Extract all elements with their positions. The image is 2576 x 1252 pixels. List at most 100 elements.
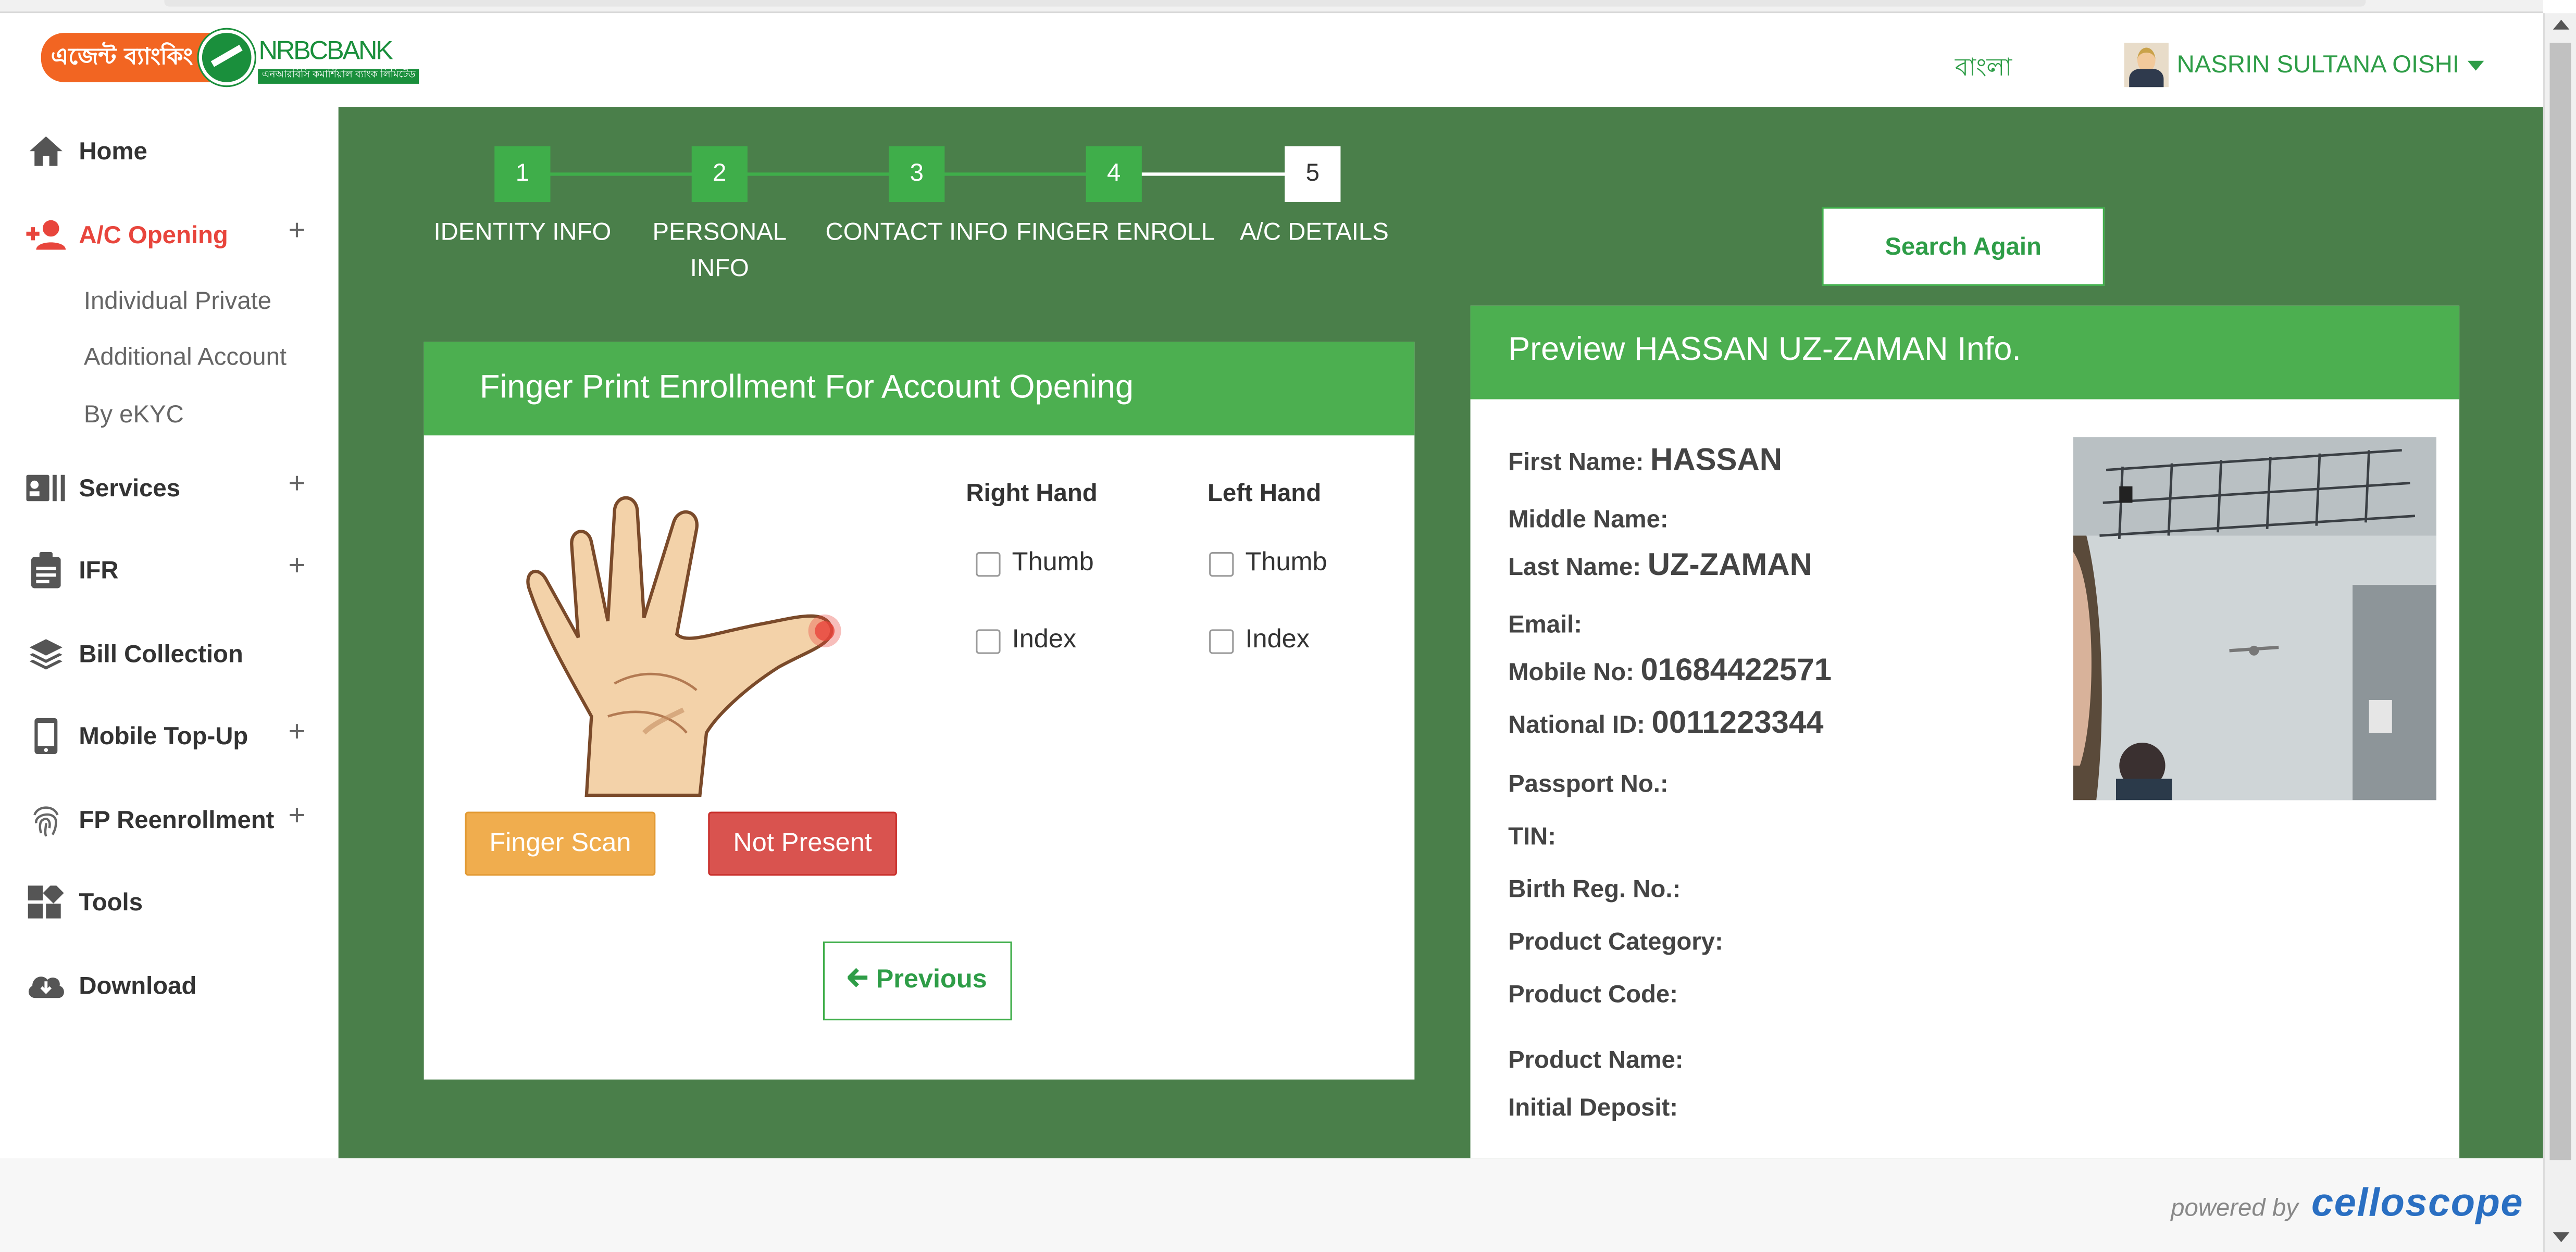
sidebar-item-label: Download (79, 972, 197, 1000)
wizard-step-4[interactable]: 4 (1086, 146, 1142, 203)
expand-icon[interactable]: + (288, 715, 305, 749)
expand-icon[interactable]: + (288, 467, 305, 501)
sidebar-item-tools[interactable]: Tools (26, 884, 315, 920)
checkbox-box[interactable] (1209, 551, 1234, 576)
left-hand-heading: Left Hand (1207, 480, 1322, 508)
right-index-checkbox[interactable]: Index (976, 626, 1076, 656)
previous-button[interactable]: Previous (823, 941, 1012, 1021)
wizard-step-label: FINGER ENROLL (1016, 218, 1215, 247)
user-menu[interactable]: NASRIN SULTANA OISHI (2124, 43, 2484, 87)
id-card-icon (26, 470, 66, 506)
sidebar-item-label: Tools (79, 888, 143, 916)
field-product-name: Product Name: (1508, 1046, 1684, 1075)
sidebar-item-ifr[interactable]: IFR + (26, 549, 315, 589)
field-tin: TIN: (1508, 823, 1557, 852)
scroll-down-icon[interactable] (2553, 1232, 2570, 1243)
left-thumb-checkbox[interactable]: Thumb (1209, 549, 1327, 579)
step-connector (745, 172, 907, 176)
logo-brand-suffix: BANK (326, 36, 393, 65)
wizard-step-label: A/C DETAILS (1240, 218, 1389, 247)
checkbox-box[interactable] (1209, 628, 1234, 654)
scroll-up-icon[interactable] (2553, 19, 2570, 30)
right-thumb-checkbox[interactable]: Thumb (976, 549, 1094, 579)
left-index-checkbox[interactable]: Index (1209, 626, 1310, 656)
sidebar-item-fp-reenrollment[interactable]: FP Reenrollment + (26, 798, 315, 838)
preview-panel: Preview HASSAN UZ-ZAMAN Info. First Name… (1470, 305, 2460, 1159)
panel-title: Finger Print Enrollment For Account Open… (424, 342, 1415, 436)
sidebar-item-label: FP Reenrollment (79, 806, 275, 834)
customer-photo (2073, 437, 2436, 800)
chevron-down-icon (2467, 60, 2484, 70)
agent-banking-logo[interactable]: এজেন্ট ব্যাংকিং NRBCBANK এনআরবিসি কমার্শ… (41, 29, 419, 86)
field-product-code: Product Code: (1508, 981, 1678, 1009)
search-again-button[interactable]: Search Again (1822, 207, 2105, 286)
sidebar-subitem-by-ekyc[interactable]: By eKYC (84, 401, 184, 429)
user-name: NASRIN SULTANA OISHI (2176, 51, 2460, 79)
sidebar-subitem-individual-private[interactable]: Individual Private (84, 287, 271, 316)
app-window: এজেন্ট ব্যাংকিং NRBCBANK এনআরবিসি কমার্শ… (0, 0, 2576, 1252)
add-user-icon (26, 217, 66, 253)
scrollbar-thumb[interactable] (2549, 43, 2571, 1160)
sidebar-item-download[interactable]: Download (26, 968, 315, 1004)
wizard-step-3[interactable]: 3 (889, 146, 945, 203)
expand-icon[interactable]: + (288, 798, 305, 833)
layers-icon (26, 636, 66, 672)
field-first-name: First Name: HASSAN (1508, 443, 1783, 479)
sidebar-item-label: Bill Collection (79, 640, 243, 668)
wizard-step-label: IDENTITY INFO (433, 218, 612, 247)
logo-tagline: এনআরবিসি কমার্শিয়াল ব্যাংক লিমিটেড (258, 68, 419, 83)
wizard-step-label: PERSONAL INFO (652, 218, 787, 283)
avatar (2124, 43, 2169, 87)
field-email: Email: (1508, 611, 1583, 640)
browser-top-strip (0, 0, 2543, 14)
celloscope-logo[interactable]: celloscope (2311, 1181, 2523, 1227)
field-passport-no: Passport No.: (1508, 770, 1669, 799)
sidebar-item-mobile-top-up[interactable]: Mobile Top-Up + (26, 715, 315, 755)
wizard-step-1[interactable]: 1 (494, 146, 551, 203)
sidebar-item-bill-collection[interactable]: Bill Collection (26, 636, 315, 672)
sidebar-item-label: A/C Opening (79, 221, 228, 249)
hand-illustration (513, 486, 857, 798)
checkbox-box[interactable] (976, 628, 1001, 654)
vertical-scrollbar[interactable] (2543, 13, 2576, 1252)
step-connector (943, 172, 1104, 176)
nrbc-bank-wordmark: NRBCBANK এনআরবিসি কমার্শিয়াল ব্যাংক লিম… (258, 32, 419, 83)
sidebar-item-home[interactable]: Home (26, 133, 315, 169)
footer: powered by celloscope (0, 1158, 2543, 1252)
top-header: এজেন্ট ব্যাংকিং NRBCBANK এনআরবিসি কমার্শ… (0, 13, 2543, 107)
main-content: 1 2 3 4 5 IDENTITY INFO PERSONAL INFO CON… (338, 107, 2543, 1159)
field-product-category: Product Category: (1508, 928, 1723, 957)
cloud-download-icon (26, 968, 66, 1004)
sidebar-item-label: IFR (79, 556, 119, 584)
expand-icon[interactable]: + (288, 549, 305, 583)
checkbox-box[interactable] (976, 551, 1001, 576)
field-initial-deposit: Initial Deposit: (1508, 1094, 1678, 1122)
home-icon (26, 133, 66, 169)
finger-scan-button[interactable]: Finger Scan (465, 811, 656, 876)
tools-icon (26, 884, 66, 920)
language-switch-link[interactable]: বাংলা (1955, 49, 2012, 91)
field-mobile-no: Mobile No: 01684422571 (1508, 654, 1832, 688)
field-last-name: Last Name: UZ-ZAMAN (1508, 548, 1812, 583)
field-birth-reg-no: Birth Reg. No.: (1508, 875, 1681, 904)
wizard-step-2[interactable]: 2 (691, 146, 748, 203)
powered-by: powered by celloscope (2171, 1181, 2523, 1227)
not-present-button[interactable]: Not Present (708, 811, 897, 876)
clipboard-icon (26, 552, 66, 589)
step-connector (549, 172, 710, 176)
step-connector (1140, 172, 1301, 176)
sidebar-item-services[interactable]: Services + (26, 467, 315, 506)
sidebar-item-ac-opening[interactable]: A/C Opening + (26, 214, 315, 253)
sidebar-item-label: Mobile Top-Up (79, 722, 248, 750)
preview-title: Preview HASSAN UZ-ZAMAN Info. (1470, 305, 2460, 399)
expand-icon[interactable]: + (288, 214, 305, 248)
wizard-step-label: CONTACT INFO (825, 218, 1008, 247)
powered-by-text: powered by (2171, 1194, 2298, 1223)
field-national-id: National ID: 0011223344 (1508, 706, 1824, 741)
wizard-step-5[interactable]: 5 (1285, 146, 1341, 203)
sidebar-subitem-additional-account[interactable]: Additional Account (84, 343, 287, 371)
fingerprint-icon (26, 802, 66, 838)
fingerprint-enrollment-panel: Finger Print Enrollment For Account Open… (424, 342, 1415, 1080)
globe-logo-icon (200, 29, 256, 86)
sidebar-item-label: Services (79, 474, 181, 502)
